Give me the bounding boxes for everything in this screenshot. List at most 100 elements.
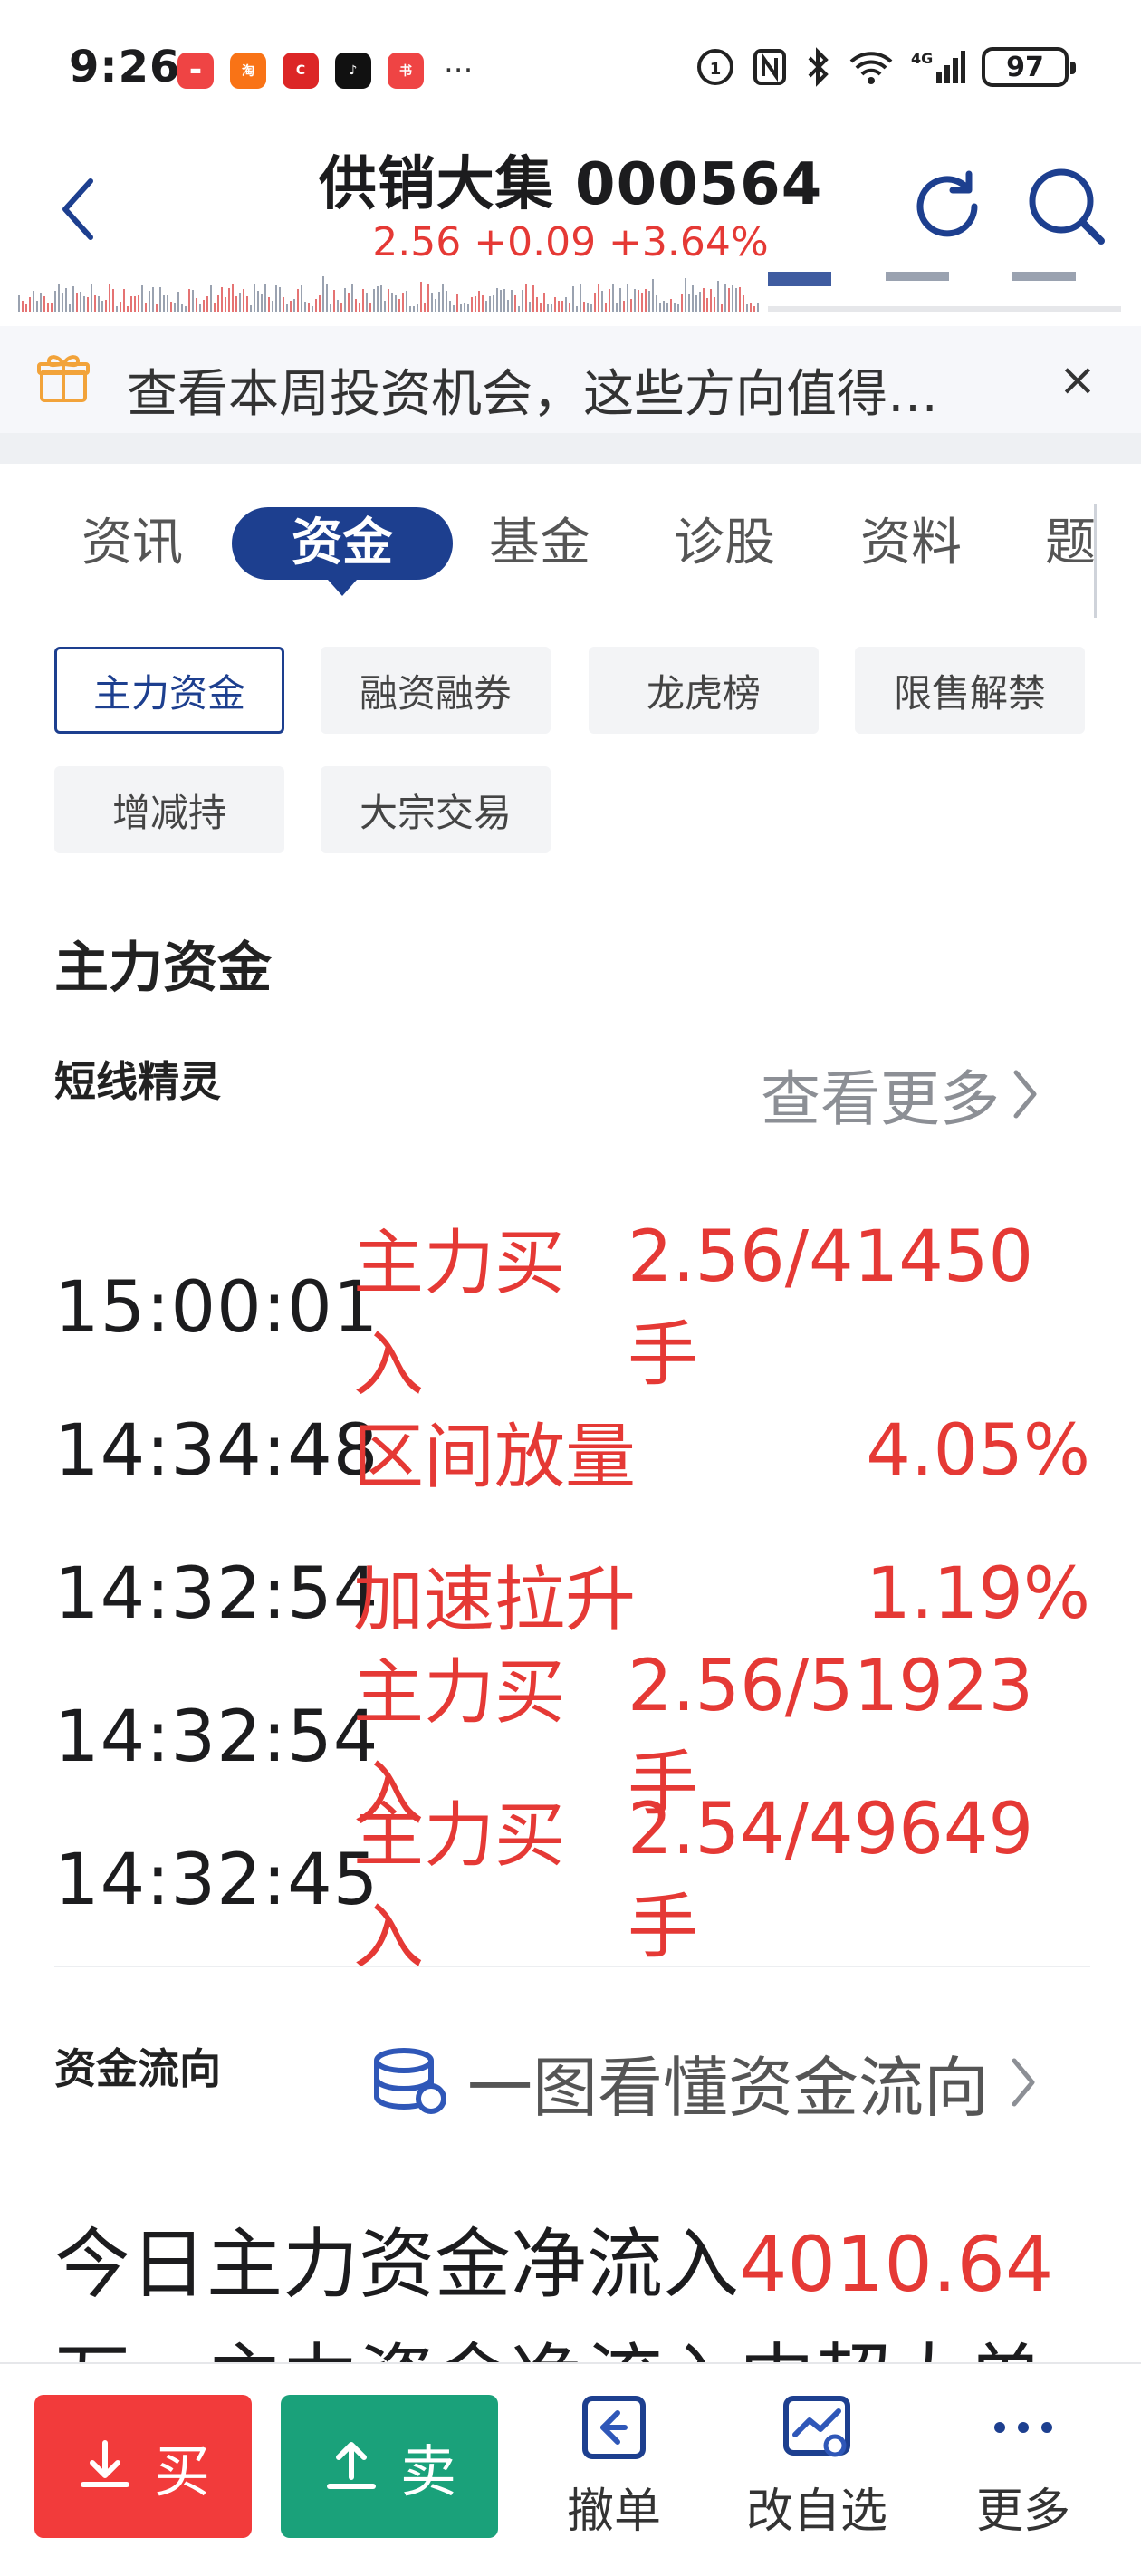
mini-volume-bar — [80, 292, 82, 312]
mini-volume-bar — [674, 303, 676, 312]
nfc-icon — [753, 49, 786, 85]
subtab-dragon-tiger[interactable]: 龙虎榜 — [589, 647, 819, 734]
mini-volume-bar — [156, 304, 158, 312]
search-button[interactable] — [1021, 161, 1108, 248]
promo-banner[interactable]: 查看本周投资机会，这些方向值得… × — [0, 326, 1141, 433]
mini-volume-bar — [322, 276, 324, 312]
mini-volume-bar — [721, 304, 723, 312]
section-title: 主力资金 — [54, 937, 272, 1000]
mini-volume-bar — [724, 284, 726, 312]
mini-volume-bar — [87, 297, 89, 312]
see-more-link[interactable]: 查看更多 — [761, 1051, 1041, 1138]
mini-volume-bar — [489, 296, 491, 312]
tiktok-app-icon: ♪ — [335, 53, 371, 89]
mini-volume-bar — [525, 284, 527, 312]
mini-volume-bar — [210, 285, 212, 312]
bluetooth-icon — [808, 47, 829, 87]
mini-volume-bar — [344, 288, 346, 312]
mini-volume-bar — [471, 297, 473, 312]
mini-volume-bar — [206, 296, 208, 312]
mini-volume-bar — [645, 289, 647, 312]
sell-label: 卖 — [399, 2438, 456, 2504]
chevron-right-icon — [1012, 2058, 1035, 2106]
signal-value: 2.54/49649手 — [628, 1789, 1034, 1968]
mini-volume-bar — [177, 292, 179, 312]
subtab-lockup-release[interactable]: 限售解禁 — [855, 647, 1085, 734]
mini-volume-bar — [583, 302, 585, 312]
mini-volume-bar — [482, 295, 484, 312]
mini-volume-bar — [750, 303, 752, 312]
tab-news[interactable]: 资讯 — [82, 507, 183, 580]
sell-button[interactable]: 卖 — [281, 2395, 498, 2538]
mini-volume-bar — [101, 301, 103, 312]
mini-volume-bar — [188, 289, 190, 312]
mini-volume-bar — [225, 297, 226, 312]
subtab-margin-trading[interactable]: 融资融券 — [321, 647, 551, 734]
mini-volume-bar — [623, 301, 625, 312]
tab-diagnosis[interactable]: 诊股 — [674, 507, 775, 580]
mini-volume-bar — [315, 299, 317, 312]
mini-volume-bar — [453, 305, 455, 312]
tab-profile[interactable]: 资料 — [860, 507, 962, 580]
subtab-main-funds[interactable]: 主力资金 — [54, 647, 284, 734]
mini-volume-bar — [348, 293, 350, 312]
signal-type: 主力买入 — [353, 1223, 566, 1406]
mini-volume-bar — [576, 306, 578, 312]
signal-row[interactable]: 15:00:01 主力买入 2.56/41450手 — [54, 1216, 1090, 1406]
refresh-button[interactable] — [904, 163, 991, 250]
mini-volume-bar — [254, 284, 255, 312]
mini-volume-bar — [203, 300, 205, 312]
mini-volume-bar — [149, 291, 150, 312]
edit-watchlist-button[interactable]: 改自选 — [717, 2391, 916, 2554]
mini-volume-bar — [714, 297, 715, 312]
notification-icons: ▬ 淘 C ♪ 书 ··· — [177, 53, 473, 89]
mini-volume-bar — [283, 297, 284, 312]
subtab-block-trade[interactable]: 大宗交易 — [321, 766, 551, 853]
tab-funds-flow[interactable]: 资金 — [232, 507, 453, 580]
mini-volume-bar — [69, 304, 71, 312]
signal-time: 14:32:54 — [54, 1697, 379, 1778]
mini-volume-bar — [250, 305, 252, 312]
c-app-icon: C — [283, 53, 319, 89]
mini-volume-bar — [214, 303, 216, 312]
signal-row[interactable]: 14:32:54 主力买入 2.56/51923手 — [54, 1646, 1090, 1835]
mini-volume-bar — [456, 294, 458, 312]
mini-volume-bar — [286, 304, 288, 312]
mini-volume-bar — [449, 301, 451, 312]
mini-volume-bar — [380, 285, 382, 312]
cancel-order-button[interactable]: 撤单 — [514, 2391, 714, 2554]
mini-volume-bar — [72, 286, 74, 312]
tab-fund[interactable]: 基金 — [489, 507, 590, 580]
mini-volume-bar — [656, 295, 657, 312]
mini-volume-bar — [141, 285, 143, 312]
mini-volume-bar — [536, 297, 538, 312]
banner-text: 查看本周投资机会，这些方向值得… — [127, 365, 938, 424]
funds-flow-guide-link[interactable]: 一图看懂资金流向 — [371, 2034, 1040, 2129]
mini-volume-bar — [478, 291, 480, 312]
tab-topics[interactable]: 题 — [1045, 507, 1094, 580]
signal-time: 14:32:45 — [54, 1840, 379, 1921]
mini-volume-bar — [261, 294, 263, 312]
mini-volume-bar — [167, 295, 168, 312]
mini-volume-bar — [272, 301, 273, 312]
signal-row[interactable]: 14:32:54 加速拉升 1.19% — [54, 1549, 1090, 1641]
mini-volume-bar — [692, 285, 694, 312]
buy-button[interactable]: 买 — [34, 2395, 252, 2538]
mini-volume-bar — [514, 295, 516, 312]
mini-volume-bar — [728, 288, 730, 312]
mini-volume-bar — [235, 296, 237, 312]
edit-watchlist-label: 改自选 — [745, 2485, 887, 2539]
signal-value: 2.56/41450手 — [628, 1216, 1034, 1396]
status-time: 9:26 — [69, 42, 181, 92]
mini-volume-bar — [373, 289, 375, 312]
mini-volume-bar — [652, 279, 654, 312]
mini-volume-bar — [264, 284, 266, 312]
subtab-holdings-change[interactable]: 增减持 — [54, 766, 284, 853]
signal-row[interactable]: 14:32:45 主力买入 2.54/49649手 — [54, 1789, 1090, 1978]
signal-row[interactable]: 14:34:48 区间放量 4.05% — [54, 1406, 1090, 1498]
mini-volume-bar — [529, 302, 531, 312]
mini-volume-bar — [181, 304, 183, 312]
close-icon[interactable]: × — [1058, 357, 1098, 402]
more-button[interactable]: 更多 — [924, 2391, 1123, 2554]
mini-volume-bar — [507, 300, 509, 312]
